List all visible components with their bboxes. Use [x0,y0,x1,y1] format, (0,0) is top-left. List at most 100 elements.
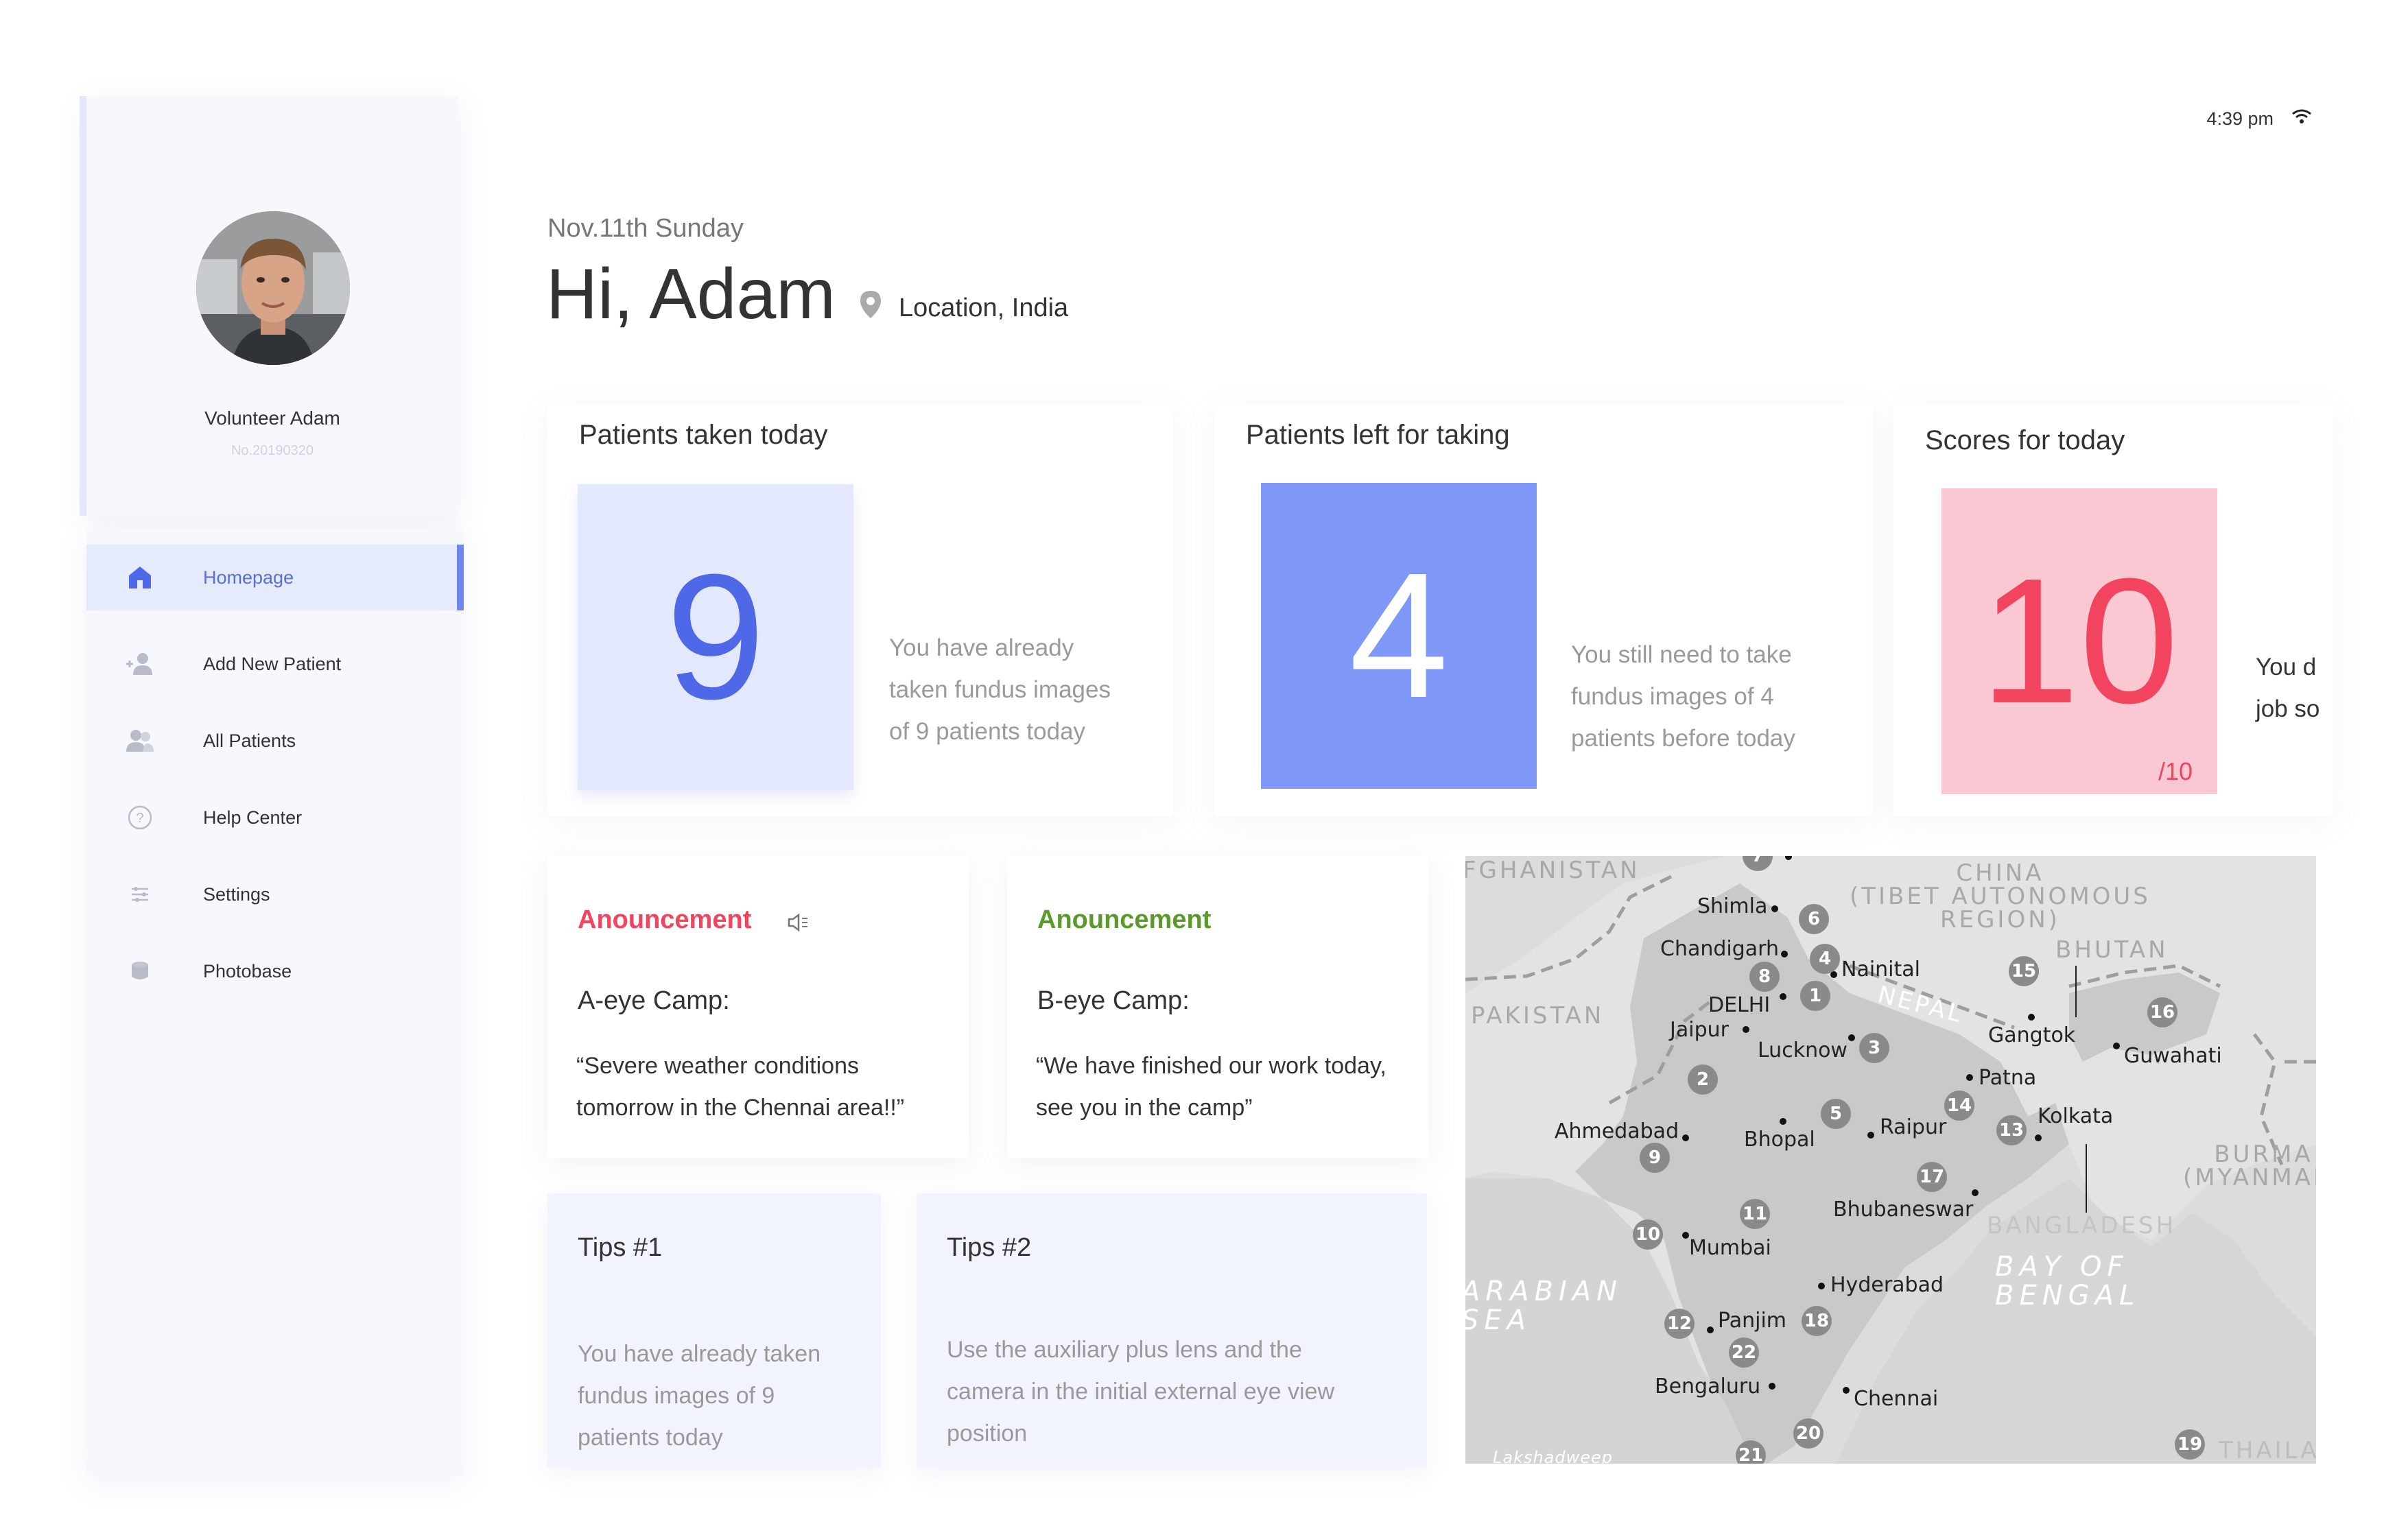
tip-text-line: position [947,1420,1028,1447]
sidebar-item-add-new-patient[interactable]: Add New Patient [86,631,464,697]
map-marker[interactable]: 14 [1944,1091,1974,1121]
sidebar-item-settings[interactable]: Settings [86,861,464,927]
profile-number: No.20190320 [231,443,314,458]
city-dot [1972,1189,1979,1196]
india-map[interactable]: FGHANISTAN CHINA (TIBET AUTONOMOUS REGIO… [1465,856,2316,1464]
city-dot [1848,1034,1855,1041]
announcement-text-line: “Severe weather conditions [576,1053,860,1079]
city-label: Bengaluru [1655,1375,1761,1399]
profile-card: Volunteer Adam No.20190320 [86,96,458,516]
page-title: Hi, Adam [546,254,836,334]
announcement-title: Anouncement [578,905,752,934]
tip-text: Use the auxiliary plus lens and the came… [947,1329,1334,1455]
city-dot [1966,1074,1973,1081]
map-marker[interactable]: 22 [1729,1337,1759,1368]
city-label: Patna [1979,1066,2037,1090]
city-label: Bhubaneswar [1833,1198,1974,1222]
announcement-text: “Severe weather conditions tomorrow in t… [576,1045,967,1129]
stat-card-scores-today[interactable]: Scores for today 10 /10 You d job so [1893,405,2333,816]
map-marker[interactable]: 16 [2147,997,2177,1027]
stat-card-patients-left[interactable]: Patients left for taking 4 You still nee… [1214,405,1873,816]
city-label: Ahmedabad [1555,1119,1679,1143]
sidebar-item-all-patients[interactable]: All Patients [86,708,464,774]
map-marker[interactable]: 9 [1640,1143,1670,1173]
stat-description-line: You d [2256,654,2317,680]
users-icon [125,726,155,756]
city-label: Nainital [1841,957,1920,981]
announcement-card-a[interactable]: Anouncement A-eye Camp: “Severe weather … [547,856,969,1158]
help-icon: ? [125,802,155,833]
map-marker[interactable]: 3 [1859,1033,1889,1063]
map-region-label: BURMA (MYANMAR) [2183,1141,2316,1191]
sidebar-item-label: Homepage [203,567,294,588]
profile-name: Volunteer Adam [204,407,340,429]
tip-card-1[interactable]: Tips #1 You have already taken fundus im… [547,1193,881,1468]
sidebar-item-homepage[interactable]: Homepage [86,545,464,610]
map-marker[interactable]: 17 [1917,1162,1947,1192]
map-marker[interactable]: 15 [2009,956,2039,986]
map-marker[interactable]: 20 [1793,1418,1823,1449]
map-region-label: PAKISTAN [1471,1002,1605,1030]
tip-text-line: camera in the initial external eye view [947,1379,1335,1405]
avatar[interactable] [196,211,350,365]
map-marker[interactable]: 19 [2175,1429,2205,1460]
stat-value-box: 4 [1261,483,1537,789]
city-dot [2035,1134,2042,1141]
city-dot [1682,1232,1689,1239]
tip-title: Tips #2 [947,1233,1032,1262]
map-marker[interactable]: 13 [1996,1115,2027,1145]
stat-description-line: fundus images of 4 [1571,683,1774,710]
map-marker[interactable]: 8 [1749,962,1780,992]
city-label: Raipur [1880,1115,1947,1139]
city-label: Mumbai [1689,1236,1771,1260]
stat-description-line: patients before today [1571,725,1795,752]
status-time: 4:39 pm [2206,108,2274,129]
speaker-icon[interactable] [786,912,810,936]
home-icon [125,562,155,593]
city-label: Chennai [1854,1387,1939,1411]
location[interactable]: Location, India [859,289,1068,326]
city-dot [1682,1134,1689,1141]
announcement-camp: B-eye Camp: [1037,986,1190,1015]
stat-description-line: You still need to take [1571,641,1792,668]
city-label: Shimla [1697,894,1768,918]
tip-text: You have already taken fundus images of … [578,1333,821,1459]
map-marker[interactable]: 12 [1664,1309,1695,1339]
sliders-icon [125,879,155,909]
map-sea-label: ARABIAN SEA [1465,1276,1623,1336]
sidebar-item-label: Settings [203,883,270,905]
city-label: Hyderabad [1830,1273,1944,1297]
city-label: Chandigarh [1660,937,1779,961]
add-user-icon [125,649,155,679]
city-dot [1771,905,1778,912]
stat-card-patients-taken[interactable]: Patients taken today 9 You have already … [547,405,1173,816]
map-marker[interactable]: 10 [1633,1219,1663,1250]
map-marker[interactable]: 5 [1821,1099,1851,1129]
stat-suffix: /10 [2158,757,2193,785]
city-label: Panjim [1718,1309,1787,1333]
stat-value: 10 [1980,542,2179,741]
sidebar-item-photobase[interactable]: Photobase [86,938,464,1004]
stat-value-box: 9 [578,484,853,790]
announcement-text-line: “We have finished our work today, [1036,1053,1386,1079]
tip-card-2[interactable]: Tips #2 Use the auxiliary plus lens and … [917,1193,1427,1468]
map-marker[interactable]: 4 [1810,944,1840,974]
map-marker[interactable]: 1 [1800,981,1830,1011]
sidebar-item-label: Add New Patient [203,653,342,674]
sidebar-item-label: Photobase [203,960,292,981]
map-marker[interactable]: 18 [1802,1306,1832,1336]
sidebar-item-help-center[interactable]: ? Help Center [86,785,464,850]
city-dot [1818,1283,1825,1289]
sidebar-item-label: Help Center [203,807,303,828]
stat-description-line: taken fundus images [889,676,1111,703]
tip-text-line: patients today [578,1425,723,1451]
announcement-card-b[interactable]: Anouncement B-eye Camp: “We have finishe… [1007,856,1428,1158]
stat-value-box: 10 /10 [1941,488,2217,794]
city-label: DELHI [1708,993,1771,1017]
map-marker[interactable]: 6 [1799,904,1829,934]
tip-title: Tips #1 [578,1233,663,1262]
city-dot [2113,1043,2120,1049]
map-marker[interactable]: 11 [1740,1199,1770,1229]
map-marker[interactable]: 2 [1688,1064,1718,1095]
stat-description-line: of 9 patients today [889,718,1086,745]
